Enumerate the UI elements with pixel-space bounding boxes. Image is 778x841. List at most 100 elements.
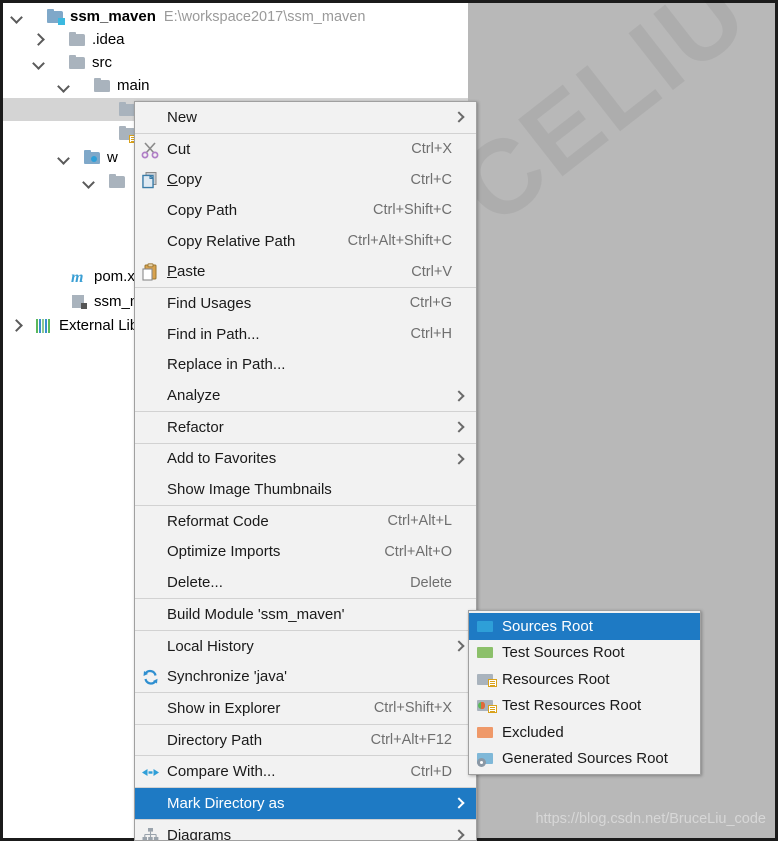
submenu-item-generated-sources-root[interactable]: Generated Sources Root xyxy=(469,746,700,773)
menu-item-label: Synchronize 'java' xyxy=(167,668,287,686)
menu-item-optimize-imports[interactable]: Optimize Imports Ctrl+Alt+O xyxy=(135,537,476,568)
no-chevron xyxy=(452,514,466,528)
menu-item-add-to-favorites[interactable]: Add to Favorites xyxy=(135,444,476,475)
menu-item-replace-in-path[interactable]: Replace in Path... xyxy=(135,350,476,381)
menu-item-new[interactable]: New xyxy=(135,102,476,133)
screenshot-root: ssm_maven E:\workspace2017\ssm_maven .id… xyxy=(0,0,778,841)
chevron-down-icon[interactable] xyxy=(33,56,46,69)
menu-item-reformat-code[interactable]: Reformat Code Ctrl+Alt+L xyxy=(135,506,476,537)
menu-item-show-image-thumbnails[interactable]: Show Image Thumbnails xyxy=(135,474,476,505)
chevron-right-icon xyxy=(452,389,466,403)
menu-item-label: Analyze xyxy=(167,387,221,405)
menu-item-find-usages[interactable]: Find Usages Ctrl+G xyxy=(135,288,476,319)
menu-item-label: PastePaste xyxy=(167,263,206,281)
menu-item-find-in-path[interactable]: Find in Path... Ctrl+H xyxy=(135,319,476,350)
folder-icon xyxy=(69,32,86,47)
menu-item-shortcut: Ctrl+Alt+Shift+C xyxy=(347,233,452,250)
tree-item-path: E:\workspace2017\ssm_maven xyxy=(163,8,366,25)
menu-item-refactor[interactable]: Refactor xyxy=(135,412,476,443)
menu-item-label: Optimize Imports xyxy=(167,543,281,561)
menu-item-show-in-explorer[interactable]: Show in Explorer Ctrl+Shift+X xyxy=(135,693,476,724)
menu-item-shortcut: Ctrl+X xyxy=(411,141,452,158)
submenu-item-test-sources-root[interactable]: Test Sources Root xyxy=(469,640,700,667)
submenu-item-label: Resources Root xyxy=(502,670,610,688)
tree-item-label: w xyxy=(107,149,118,166)
menu-item-paste[interactable]: PastePaste Ctrl+V xyxy=(135,256,476,287)
no-chevron xyxy=(452,607,466,621)
no-chevron xyxy=(452,265,466,279)
menu-item-label: CCopyopy xyxy=(167,171,203,189)
no-icon xyxy=(137,698,167,718)
submenu-item-test-resources-root[interactable]: Test Resources Root xyxy=(469,693,700,720)
chevron-right-icon xyxy=(452,420,466,434)
chevron-right-icon xyxy=(452,452,466,466)
no-icon xyxy=(137,231,167,251)
no-icon xyxy=(137,730,167,750)
menu-item-copy[interactable]: CCopyopy Ctrl+C xyxy=(135,164,476,195)
webapp-folder-icon xyxy=(84,150,101,165)
chevron-right-icon[interactable] xyxy=(11,319,24,332)
test-resources-root-icon xyxy=(477,698,497,714)
menu-item-label: Find Usages xyxy=(167,294,252,312)
submenu-item-sources-root[interactable]: Sources Root xyxy=(469,613,700,640)
tree-row[interactable]: ssm_maven E:\workspace2017\ssm_maven xyxy=(3,5,468,28)
submenu-item-excluded[interactable]: Excluded xyxy=(469,719,700,746)
menu-item-label: Reformat Code xyxy=(167,512,269,530)
submenu-item-label: Generated Sources Root xyxy=(502,750,668,768)
menu-item-directory-path[interactable]: Directory Path Ctrl+Alt+F12 xyxy=(135,725,476,756)
menu-item-diagrams[interactable]: Diagrams xyxy=(135,820,476,840)
folder-icon xyxy=(94,78,111,93)
sources-root-icon xyxy=(477,619,494,634)
menu-item-analyze[interactable]: Analyze xyxy=(135,380,476,411)
context-menu[interactable]: New Cut Ctrl+X Copy Ctrl+C Copy Path Ctr… xyxy=(134,101,477,841)
chevron-right-icon xyxy=(452,796,466,810)
menu-item-label: Delete... xyxy=(167,574,223,592)
chevron-down-icon[interactable] xyxy=(58,151,71,164)
compare-icon xyxy=(137,762,167,782)
chevron-down-icon[interactable] xyxy=(83,175,96,188)
menu-item-label: Build Module 'ssm_maven' xyxy=(167,605,345,623)
menu-item-label: Copy Relative Path xyxy=(167,232,296,250)
cut-icon xyxy=(137,139,167,159)
no-chevron xyxy=(452,701,466,715)
submenu-item-label: Excluded xyxy=(502,723,564,741)
no-chevron xyxy=(452,765,466,779)
menu-item-copy-relative-path[interactable]: Copy Relative Path Ctrl+Alt+Shift+C xyxy=(135,226,476,257)
no-icon xyxy=(137,793,167,813)
no-chevron xyxy=(452,173,466,187)
menu-item-cut[interactable]: Cut Ctrl+X xyxy=(135,134,476,165)
menu-item-delete[interactable]: Delete... Delete xyxy=(135,567,476,598)
no-icon xyxy=(137,417,167,437)
chevron-down-icon[interactable] xyxy=(11,10,24,23)
no-chevron xyxy=(452,327,466,341)
no-chevron xyxy=(452,670,466,684)
mark-directory-as-submenu[interactable]: Sources Root Test Sources Root Resources… xyxy=(468,610,701,775)
iml-file-icon xyxy=(71,294,88,309)
no-icon xyxy=(137,480,167,500)
menu-item-copy-path[interactable]: Copy Path Ctrl+Shift+C xyxy=(135,195,476,226)
no-chevron xyxy=(452,733,466,747)
excluded-icon xyxy=(477,725,494,740)
menu-item-synchronize[interactable]: Synchronize 'java' xyxy=(135,661,476,692)
menu-item-local-history[interactable]: Local History xyxy=(135,631,476,662)
chevron-right-icon xyxy=(452,110,466,124)
tree-item-label: main xyxy=(117,77,150,94)
menu-item-mark-directory-as[interactable]: Mark Directory as xyxy=(135,788,476,819)
tree-item-label: ssm_maven xyxy=(70,8,156,25)
menu-item-build-module[interactable]: Build Module 'ssm_maven' xyxy=(135,599,476,630)
submenu-item-resources-root[interactable]: Resources Root xyxy=(469,666,700,693)
chevron-down-icon[interactable] xyxy=(58,79,71,92)
menu-item-shortcut: Ctrl+G xyxy=(409,295,452,312)
menu-item-shortcut: Ctrl+Alt+O xyxy=(384,543,452,560)
menu-item-compare-with[interactable]: Compare With... Ctrl+D xyxy=(135,756,476,787)
paste-icon xyxy=(137,262,167,282)
no-chevron xyxy=(452,296,466,310)
tree-row[interactable]: src xyxy=(3,51,468,74)
menu-item-shortcut: Ctrl+Alt+F12 xyxy=(370,732,452,749)
tree-row[interactable]: main xyxy=(3,74,468,97)
menu-item-label: Add to Favorites xyxy=(167,450,277,468)
menu-item-label: Compare With... xyxy=(167,763,276,781)
chevron-right-icon[interactable] xyxy=(33,33,46,46)
maven-m-icon: m xyxy=(71,269,84,286)
tree-row[interactable]: .idea xyxy=(3,28,468,51)
